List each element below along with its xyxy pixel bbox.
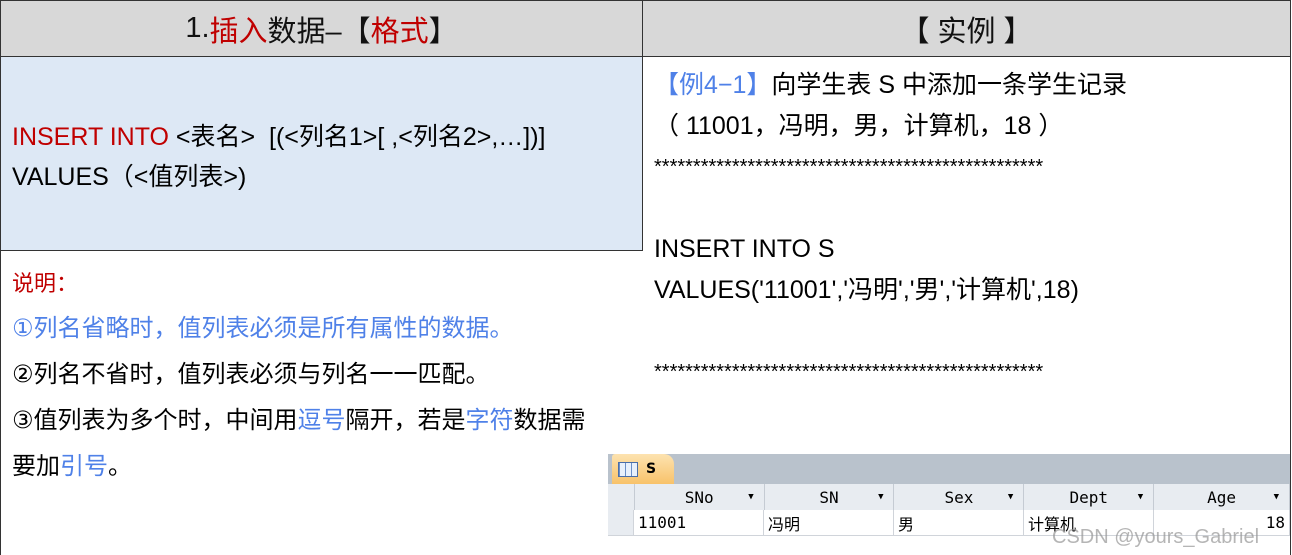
dropdown-icon: ▼ <box>878 492 884 502</box>
col-header[interactable]: SNo ▼ <box>634 484 765 510</box>
notes: 说明： ①列名省略时，值列表必须是所有属性的数据。 ②列名不省时，值列表必须与列… <box>0 250 643 555</box>
syntax-line1: <表名> [(<列名1>[ ,<列名2>,…])] <box>168 123 546 151</box>
dropdown-icon: ▼ <box>1273 492 1279 502</box>
example-header: 【 实例 】 <box>642 0 1291 57</box>
col-header[interactable]: Sex ▼ <box>894 484 1025 510</box>
separator: ****************************************… <box>654 361 1044 383</box>
header-insert: 插入 <box>209 15 268 48</box>
table-tab[interactable]: S <box>612 454 674 484</box>
select-all[interactable] <box>608 484 635 510</box>
note-4: 要加引号。 <box>12 444 643 490</box>
row-selector[interactable] <box>608 510 634 536</box>
syntax-line2: VALUES（<值列表>) <box>12 163 247 191</box>
sql-keyword: INSERT INTO <box>12 123 169 151</box>
t: 数据需 <box>513 407 586 434</box>
dropdown-icon: ▼ <box>748 492 754 502</box>
t: 引号 <box>60 453 108 480</box>
sql-line1: INSERT INTO S <box>654 235 835 263</box>
header-format: 格式 <box>370 15 429 48</box>
example-tag: 【例4−1】 <box>654 71 772 99</box>
t: SNo <box>684 487 714 507</box>
format-header: 1. 插入 数据–【 格式 】 <box>0 0 643 57</box>
t: 隔开，若是 <box>345 407 466 434</box>
t: SN <box>819 487 839 507</box>
table-name: S <box>646 461 657 477</box>
table-tab-bar <box>608 454 1290 484</box>
header-prefix: 1. <box>185 12 210 44</box>
example-data: （ 11001，冯明，男，计算机，18 ） <box>654 112 1064 140</box>
note-1: ①列名省略时，值列表必须是所有属性的数据。 <box>12 315 514 342</box>
t: ③值列表为多个时，中间用 <box>12 407 298 434</box>
header-mid: 数据–【 <box>267 15 371 48</box>
format-syntax: INSERT INTO <表名> [(<列名1>[ ,<列名2>,…])] VA… <box>0 57 643 251</box>
dropdown-icon: ▼ <box>1137 492 1144 502</box>
t: 字符 <box>465 407 514 434</box>
note-3: ③值列表为多个时，中间用逗号隔开，若是字符数据需 <box>12 398 643 444</box>
example-title: 向学生表 S 中添加一条学生记录 <box>771 71 1127 99</box>
col-header[interactable]: Dept ▼ <box>1024 484 1155 510</box>
watermark: CSDN @yours_Gabriel <box>1052 526 1260 548</box>
col-header[interactable]: SN ▼ <box>764 484 895 510</box>
col-header[interactable]: Age ▼ <box>1154 484 1290 510</box>
cell[interactable]: 11001 <box>634 510 764 536</box>
notes-title: 说明： <box>12 271 79 296</box>
cell[interactable]: 男 <box>894 510 1024 536</box>
dropdown-icon: ▼ <box>1007 492 1014 502</box>
cell[interactable]: 冯明 <box>764 510 894 536</box>
t: Age <box>1207 487 1237 507</box>
t: 。 <box>108 453 132 480</box>
table-icon <box>618 461 638 477</box>
t: 要加 <box>12 453 60 480</box>
t: 逗号 <box>297 407 346 434</box>
sql-line2: VALUES('11001','冯明','男','计算机',18) <box>654 276 1079 304</box>
separator: ****************************************… <box>654 156 1044 178</box>
t: Sex <box>944 487 974 507</box>
t: Dept <box>1069 487 1109 507</box>
header-suffix: 】 <box>428 15 458 48</box>
note-2: ②列名不省时，值列表必须与列名一一匹配。 <box>12 361 490 388</box>
